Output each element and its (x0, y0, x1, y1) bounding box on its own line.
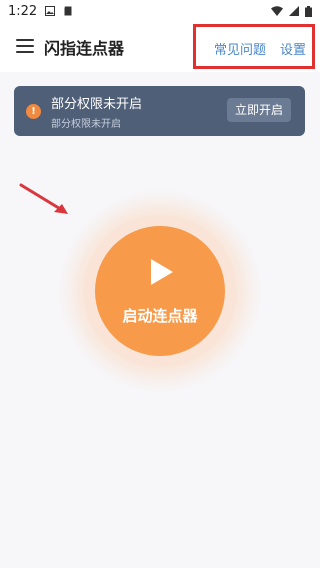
highlight-annotation-box (193, 24, 315, 69)
sd-card-icon (64, 6, 72, 16)
page-title: 闪指连点器 (44, 39, 125, 58)
signal-icon (289, 6, 299, 16)
warning-icon: ! (26, 103, 41, 119)
enable-now-button[interactable]: 立即开启 (227, 98, 291, 122)
image-icon (45, 6, 56, 16)
arrow-annotation-icon (19, 183, 68, 214)
permission-notice: ! 部分权限未开启 部分权限未开启 立即开启 (14, 86, 305, 136)
status-bar: 1:22 (0, 0, 320, 22)
status-time: 1:22 (8, 3, 38, 19)
notice-text: 部分权限未开启 部分权限未开启 (51, 93, 142, 130)
wifi-icon (271, 6, 283, 16)
play-icon (151, 259, 173, 285)
start-clicker-button[interactable]: 启动连点器 (95, 226, 225, 356)
notice-title: 部分权限未开启 (51, 96, 143, 112)
notice-subtitle: 部分权限未开启 (51, 118, 121, 130)
start-button-label: 启动连点器 (122, 307, 198, 325)
hamburger-menu-icon[interactable] (16, 39, 34, 55)
battery-icon (305, 5, 312, 17)
